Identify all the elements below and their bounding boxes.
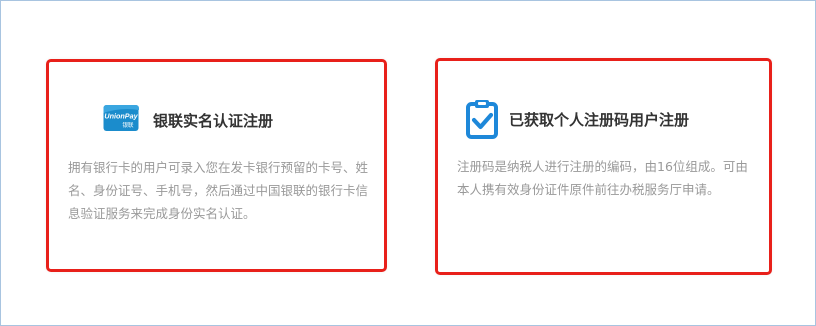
clipboard-check-icon: [466, 100, 498, 139]
unionpay-card-title: 银联实名认证注册: [153, 112, 274, 130]
unionpay-icon-text: UnionPay: [104, 112, 138, 121]
unionpay-registration-card[interactable]: UnionPay 银联 银联实名认证注册 拥有银行卡的用户可录入您在发卡银行预留…: [46, 59, 387, 272]
unionpay-card-description: 拥有银行卡的用户可录入您在发卡银行预留的卡号、姓名、身份证号、手机号，然后通过中…: [68, 160, 369, 221]
unionpay-card-icon: UnionPay 银联: [103, 105, 139, 131]
registration-options-panel: UnionPay 银联 银联实名认证注册 拥有银行卡的用户可录入您在发卡银行预留…: [0, 0, 816, 326]
registration-code-card-title: 已获取个人注册码用户注册: [509, 111, 690, 129]
registration-code-card-description: 注册码是纳税人进行注册的编码，由16位组成。可由本人携有效身份证件原件前往办税服…: [457, 159, 748, 197]
registration-code-card[interactable]: 已获取个人注册码用户注册 注册码是纳税人进行注册的编码，由16位组成。可由本人携…: [435, 58, 772, 275]
unionpay-icon-cn-text: 银联: [122, 121, 134, 129]
